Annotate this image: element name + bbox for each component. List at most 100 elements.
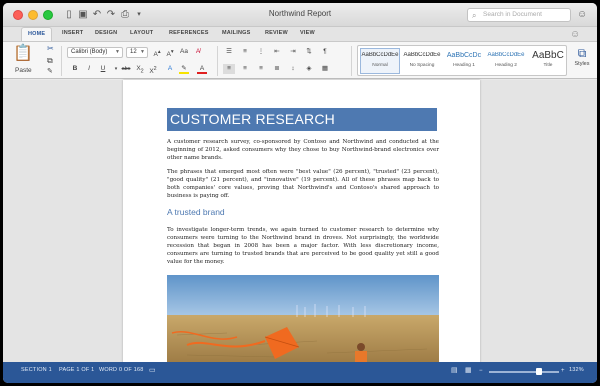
zoom-in-icon[interactable]: +	[561, 368, 565, 374]
shrink-font-icon[interactable]: A▾	[165, 47, 175, 58]
tab-home[interactable]: HOME	[21, 27, 53, 42]
align-right-icon[interactable]: ≡	[255, 64, 267, 74]
section-indicator[interactable]: SECTION 1	[21, 367, 52, 373]
chevron-down-icon[interactable]: ▾	[113, 64, 119, 74]
sort-icon[interactable]: ⇅	[303, 47, 315, 57]
tab-mailings[interactable]: MAILINGS	[222, 30, 251, 36]
grow-font-icon[interactable]: A▴	[152, 47, 162, 58]
highlight-icon[interactable]: ✎	[179, 64, 189, 74]
style-preview: AaBbCcDdEe	[487, 52, 525, 58]
bullets-icon[interactable]: ☰	[223, 47, 235, 57]
kite-field-photo[interactable]	[167, 275, 439, 365]
decrease-indent-icon[interactable]: ⇤	[271, 47, 283, 57]
styles-gallery: AaBbCcDdEe Normal AaBbCcDdEe No Spacing …	[357, 45, 567, 76]
tab-view[interactable]: VIEW	[300, 30, 315, 36]
web-layout-icon[interactable]: ▦	[465, 366, 472, 374]
paste-button[interactable]: Paste	[15, 66, 32, 76]
style-no-spacing[interactable]: AaBbCcDdEe No Spacing	[402, 48, 442, 74]
chevron-down-icon: ▼	[115, 49, 120, 55]
font-size-select[interactable]: 12 ▼	[126, 47, 148, 58]
zoom-out-icon[interactable]: −	[479, 368, 483, 374]
feedback-icon[interactable]: ☺	[570, 29, 580, 40]
status-bar: SECTION 1 PAGE 1 OF 1 WORD 0 OF 168 ▭ ▤ …	[3, 362, 597, 383]
style-heading-2[interactable]: AaBbCcDdEe Heading 2	[486, 48, 526, 74]
print-layout-icon[interactable]: ▤	[451, 366, 458, 374]
paste-icon[interactable]: 📋	[13, 44, 33, 64]
paragraph-3: To investigate longer-term trends, we ag…	[167, 227, 439, 266]
document-page[interactable]: CUSTOMER RESEARCH A customer research su…	[123, 80, 480, 370]
tab-design[interactable]: DESIGN	[95, 30, 117, 36]
tab-insert[interactable]: INSERT	[62, 30, 83, 36]
style-preview: AaBbCcDc	[446, 52, 482, 59]
zoom-level[interactable]: 132%	[569, 367, 584, 373]
text-effects-icon[interactable]: A	[165, 64, 175, 74]
style-name: Heading 2	[495, 63, 517, 68]
font-name-value: Calibri (Body)	[71, 49, 108, 55]
highlight-swatch	[179, 72, 189, 74]
divider	[61, 46, 62, 76]
bold-icon[interactable]: B	[71, 64, 79, 74]
style-normal[interactable]: AaBbCcDdEe Normal	[360, 48, 400, 74]
ribbon-tabs: HOME INSERT DESIGN LAYOUT REFERENCES MAI…	[3, 27, 597, 42]
style-title[interactable]: AaBbC Title	[528, 48, 568, 74]
chevron-down-icon: ▼	[140, 49, 145, 55]
style-name: Normal	[372, 63, 388, 68]
ribbon-home: 📋 Paste ✂ ⧉ ✎ Calibri (Body) ▼ 12 ▼ A▴ A▾ …	[3, 41, 597, 79]
copy-icon[interactable]: ⧉	[47, 56, 53, 66]
increase-indent-icon[interactable]: ⇥	[287, 47, 299, 57]
style-name: Heading 1	[453, 63, 475, 68]
zoom-slider-handle[interactable]	[536, 368, 542, 375]
change-case-icon[interactable]: Aa	[179, 47, 189, 57]
word-count[interactable]: WORD 0 OF 168	[99, 367, 143, 373]
numbering-icon[interactable]: ≡	[239, 47, 251, 57]
format-painter-icon[interactable]: ✎	[47, 67, 53, 77]
title-bar: ▯ ▣ ↶ ↷ ⎙ ▾ Northwind Report ⌕ Search in…	[3, 3, 597, 27]
paragraph-2: The phrases that emerged most often were…	[167, 169, 439, 200]
shading-icon[interactable]: ◈	[303, 64, 315, 74]
search-icon: ⌕	[472, 11, 477, 20]
page-indicator[interactable]: PAGE 1 OF 1	[59, 367, 94, 373]
subscript-icon[interactable]: X2	[135, 64, 145, 74]
superscript-icon[interactable]: X2	[148, 64, 158, 75]
multilevel-list-icon[interactable]: ⋮	[255, 47, 267, 57]
style-preview: AaBbC	[532, 50, 564, 61]
tab-layout[interactable]: LAYOUT	[130, 30, 153, 36]
style-name: Title	[543, 63, 553, 68]
search-placeholder: Search in Document	[483, 11, 542, 18]
strikethrough-icon[interactable]: abc	[120, 64, 132, 74]
style-name: No Spacing	[409, 63, 435, 68]
document-title: CUSTOMER RESEARCH	[167, 108, 437, 131]
search-input[interactable]: ⌕ Search in Document	[467, 8, 571, 22]
align-center-icon[interactable]: ≡	[239, 64, 251, 74]
divider	[351, 46, 352, 76]
styles-button-label: Styles	[574, 61, 590, 67]
paragraph-1: A customer research survey, co-sponsored…	[167, 139, 439, 162]
styles-pane-button[interactable]: ⧉ Styles	[569, 46, 595, 76]
line-spacing-icon[interactable]: ↕	[287, 64, 299, 74]
underline-icon[interactable]: U	[99, 64, 107, 74]
proofing-icon[interactable]: ▭	[149, 366, 156, 374]
cut-icon[interactable]: ✂	[47, 44, 54, 54]
align-left-icon[interactable]: ≡	[223, 64, 235, 74]
borders-icon[interactable]: ▦	[319, 64, 331, 74]
document-canvas[interactable]: CUSTOMER RESEARCH A customer research su…	[3, 80, 597, 370]
styles-icon: ⧉	[577, 46, 587, 60]
font-name-select[interactable]: Calibri (Body) ▼	[67, 47, 123, 58]
divider	[217, 46, 218, 76]
zoom-slider[interactable]	[489, 371, 559, 373]
tab-review[interactable]: REVIEW	[265, 30, 288, 36]
style-preview: AaBbCcDdEe	[403, 52, 441, 58]
style-preview: AaBbCcDdEe	[361, 52, 399, 58]
account-icon[interactable]: ☺	[577, 9, 587, 20]
show-formatting-icon[interactable]: ¶	[319, 47, 331, 57]
style-heading-1[interactable]: AaBbCcDc Heading 1	[444, 48, 484, 74]
font-color-icon[interactable]: A	[197, 64, 207, 74]
font-color-swatch	[197, 72, 207, 74]
italic-icon[interactable]: I	[85, 64, 93, 74]
heading-trusted-brand: A trusted brand	[167, 207, 225, 217]
tab-references[interactable]: REFERENCES	[169, 30, 209, 36]
justify-icon[interactable]: ≣	[271, 64, 283, 74]
font-size-value: 12	[130, 49, 137, 55]
clear-formatting-icon[interactable]: A̸	[193, 47, 203, 57]
word-window: ▯ ▣ ↶ ↷ ⎙ ▾ Northwind Report ⌕ Search in…	[3, 3, 597, 383]
